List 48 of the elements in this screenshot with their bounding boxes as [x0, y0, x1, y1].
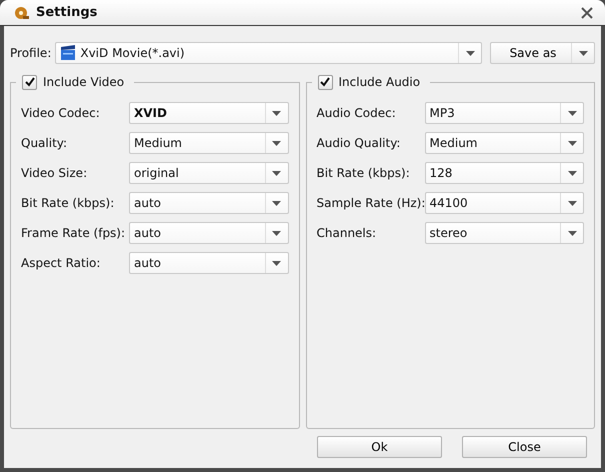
- group-title: Include Video: [43, 75, 124, 89]
- caret-icon: [272, 200, 281, 206]
- caret-icon: [578, 50, 588, 56]
- dropdown[interactable]: auto: [129, 192, 288, 214]
- field-label: Bit Rate (kbps):: [316, 166, 411, 180]
- field-label: Audio Codec:: [316, 106, 397, 120]
- window-title: Settings: [36, 5, 98, 20]
- dropdown[interactable]: auto: [129, 222, 288, 244]
- field-label: Frame Rate (fps):: [21, 226, 126, 240]
- dialog-button[interactable]: Ok: [317, 436, 442, 458]
- caret-icon: [568, 230, 576, 236]
- field-label: Video Codec:: [21, 106, 101, 120]
- field-label: Video Size:: [21, 166, 88, 180]
- caret-icon: [272, 170, 281, 176]
- caret-icon: [272, 230, 281, 236]
- dropdown[interactable]: auto: [129, 252, 288, 274]
- clapperboard-icon: [60, 45, 76, 61]
- dropdown[interactable]: MP3: [424, 102, 584, 124]
- dropdown[interactable]: 128: [424, 162, 584, 184]
- dropdown[interactable]: original: [129, 162, 288, 184]
- checkbox[interactable]: [318, 74, 332, 90]
- field-label: Channels:: [316, 226, 378, 240]
- dropdown[interactable]: Medium: [424, 132, 584, 154]
- group-title: Include Audio: [338, 75, 420, 89]
- checkbox[interactable]: [22, 74, 37, 90]
- caret-icon: [568, 110, 576, 116]
- dropdown[interactable]: Medium: [129, 132, 288, 154]
- profile-dropdown[interactable]: XviD Movie(*.avi): [55, 42, 482, 64]
- caret-icon: [272, 260, 281, 266]
- caret-icon: [272, 110, 281, 116]
- dialog-button[interactable]: Close: [462, 436, 587, 458]
- film-reel-icon: [14, 4, 30, 20]
- caret-icon: [272, 140, 281, 146]
- caret-icon: [466, 50, 474, 56]
- caret-icon: [568, 140, 576, 146]
- caret-icon: [568, 200, 576, 206]
- save-as-button[interactable]: Save as: [490, 42, 595, 64]
- field-label: Sample Rate (Hz):: [316, 196, 424, 210]
- dropdown[interactable]: stereo: [424, 222, 584, 244]
- profile-label: Profile:: [10, 46, 52, 60]
- close-button[interactable]: [579, 4, 595, 20]
- dropdown[interactable]: XVID: [129, 102, 288, 124]
- field-label: Bit Rate (kbps):: [21, 196, 116, 210]
- field-label: Quality:: [21, 136, 68, 150]
- dropdown[interactable]: 44100: [424, 192, 584, 214]
- field-label: Aspect Ratio:: [21, 256, 102, 270]
- field-label: Audio Quality:: [316, 136, 402, 150]
- caret-icon: [568, 170, 576, 176]
